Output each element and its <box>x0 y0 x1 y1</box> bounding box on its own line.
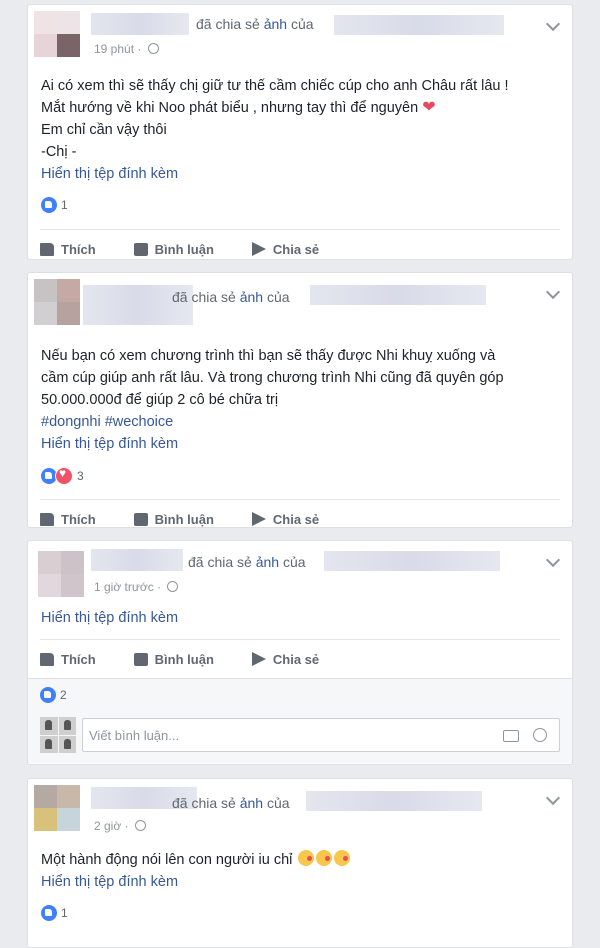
shared-photo-link[interactable]: ảnh <box>240 289 263 305</box>
post-text-line: Ai có xem thì sẽ thấy chị giữ tư thế cầm… <box>41 78 509 94</box>
avatar[interactable] <box>40 717 76 753</box>
post-text-line: Nếu bạn có xem chương trình thì bạn sẽ t… <box>41 348 496 364</box>
action-bar: Thích Bình luận Chia sẻ <box>40 229 560 268</box>
hashtags[interactable]: #dongnhi #wechoice <box>41 411 559 433</box>
reaction-summary[interactable]: 1 <box>28 197 572 219</box>
comment-icon <box>133 242 148 256</box>
shared-photo-link[interactable]: ảnh <box>264 16 287 32</box>
original-author-name[interactable] <box>310 285 486 305</box>
avatar[interactable] <box>34 11 80 57</box>
share-icon <box>251 242 266 256</box>
action-bar: Thích Bình luận Chia sẻ <box>40 499 560 538</box>
shared-photo-link[interactable]: ảnh <box>240 795 263 811</box>
like-icon <box>40 687 56 703</box>
show-attachment-link[interactable]: Hiển thị tệp đính kèm <box>41 163 559 185</box>
avatar[interactable] <box>38 551 84 597</box>
reaction-summary[interactable]: 2 <box>28 678 572 711</box>
share-icon <box>251 652 266 666</box>
like-icon <box>41 197 57 213</box>
comment-button[interactable]: Bình luận <box>133 242 214 257</box>
heart-emoji: ❤ <box>422 99 436 116</box>
like-button[interactable]: Thích <box>40 242 96 257</box>
like-button[interactable]: Thích <box>40 512 96 527</box>
love-icon <box>55 466 73 485</box>
post-text-line: Em chỉ cần vậy thôi <box>41 122 167 138</box>
post-header: đã chia sẻ ảnh của 2 giờ · <box>28 779 572 835</box>
show-attachment-link[interactable]: Hiển thị tệp đính kèm <box>41 433 559 455</box>
post-card: đã chia sẻ ảnh của 1 giờ trước · Hiển th… <box>27 540 573 765</box>
show-attachment-link[interactable]: Hiển thị tệp đính kèm <box>41 607 559 629</box>
shared-text: đã chia sẻ ảnh của <box>196 16 314 32</box>
share-button[interactable]: Chia sẻ <box>251 652 319 667</box>
camera-icon[interactable] <box>503 730 519 742</box>
comment-button[interactable]: Bình luận <box>133 512 214 527</box>
post-text-line: 50.000.000đ để giúp 2 cô bé chữa trị <box>41 392 279 408</box>
post-body: Ai có xem thì sẽ thấy chị giữ tư thế cầm… <box>28 75 572 185</box>
original-author-name[interactable] <box>306 791 482 811</box>
chevron-down-icon[interactable] <box>545 552 561 568</box>
post-text-line: Mắt hướng về khi Noo phát biểu , nhưng t… <box>41 99 436 116</box>
post-text-line: cầm cúp giúp anh rất lâu. Và trong chươn… <box>41 370 504 386</box>
kiss-emoji <box>334 850 351 866</box>
avatar[interactable] <box>34 785 80 831</box>
author-name[interactable] <box>91 13 189 35</box>
kiss-emoji <box>298 850 315 866</box>
post-body: Một hành động nói lên con người iu chỉ H… <box>28 849 572 893</box>
comment-button[interactable]: Bình luận <box>133 652 214 667</box>
post-time[interactable]: 1 giờ trước · <box>94 580 179 594</box>
post-body: Hiển thị tệp đính kèm <box>28 607 572 629</box>
comment-icon <box>133 512 148 526</box>
post-header: đã chia sẻ ảnh của 1 giờ trước · <box>28 541 572 597</box>
like-icon <box>40 652 54 666</box>
avatar[interactable] <box>34 279 80 325</box>
action-bar: Thích Bình luận Chia sẻ <box>40 639 560 678</box>
post-time[interactable]: 2 giờ · <box>94 819 146 833</box>
original-author-name[interactable] <box>334 15 504 35</box>
post-body: Nếu bạn có xem chương trình thì bạn sẽ t… <box>28 345 572 455</box>
kiss-emoji <box>316 850 333 866</box>
like-icon <box>41 905 57 921</box>
globe-icon <box>147 43 159 54</box>
share-icon <box>251 512 266 526</box>
post-text-line: Một hành động nói lên con người iu chỉ <box>41 849 559 871</box>
post-card: đã chia sẻ ảnh của Nếu bạn có xem chương… <box>27 272 573 528</box>
reaction-summary[interactable]: 1 <box>28 905 572 927</box>
smile-icon[interactable] <box>533 728 547 742</box>
shared-text: đã chia sẻ ảnh của <box>172 289 290 305</box>
comment-input[interactable]: Viết bình luận... <box>82 718 560 752</box>
original-author-name[interactable] <box>324 551 500 571</box>
shared-text: đã chia sẻ ảnh của <box>188 554 306 570</box>
shared-photo-link[interactable]: ảnh <box>256 554 279 570</box>
chevron-down-icon[interactable] <box>545 790 561 806</box>
share-button[interactable]: Chia sẻ <box>251 512 319 527</box>
author-name[interactable] <box>91 549 183 571</box>
post-card: đã chia sẻ ảnh của 2 giờ · Một hành động… <box>27 778 573 948</box>
comment-icon <box>133 652 148 666</box>
post-time[interactable]: 19 phút · <box>94 42 159 56</box>
post-card: đã chia sẻ ảnh của 19 phút · Ai có xem t… <box>27 4 573 260</box>
show-attachment-link[interactable]: Hiển thị tệp đính kèm <box>41 871 559 893</box>
shared-text: đã chia sẻ ảnh của <box>172 795 290 811</box>
globe-icon <box>134 820 146 831</box>
like-icon <box>40 242 54 256</box>
chevron-down-icon[interactable] <box>545 16 561 32</box>
like-icon <box>40 512 54 526</box>
like-button[interactable]: Thích <box>40 652 96 667</box>
reaction-summary[interactable]: 3 <box>28 466 572 489</box>
post-header: đã chia sẻ ảnh của <box>28 273 572 329</box>
chevron-down-icon[interactable] <box>545 284 561 300</box>
comment-composer: Viết bình luận... <box>28 711 572 763</box>
globe-icon <box>167 581 179 592</box>
post-text-line: -Chị - <box>41 144 77 160</box>
post-header: đã chia sẻ ảnh của 19 phút · <box>28 5 572 61</box>
share-button[interactable]: Chia sẻ <box>251 242 319 257</box>
